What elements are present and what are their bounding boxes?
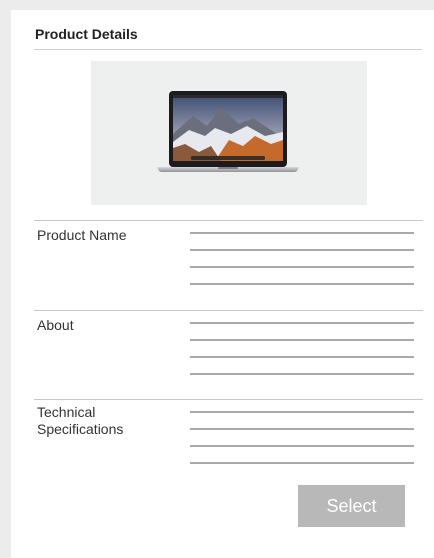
placeholder-line <box>190 232 414 234</box>
placeholder-line <box>190 322 414 324</box>
placeholder-line <box>190 373 414 375</box>
section-divider <box>34 310 423 311</box>
placeholder-line <box>190 411 414 413</box>
laptop-icon <box>157 91 299 172</box>
placeholder-line <box>190 249 414 251</box>
title-divider <box>34 49 422 50</box>
page-title: Product Details <box>35 26 138 42</box>
product-details-card: Product Details Product Name About Techn… <box>11 10 434 558</box>
placeholder-line <box>190 462 414 464</box>
placeholder-line <box>190 445 414 447</box>
product-image <box>91 61 367 205</box>
section-divider <box>34 399 423 400</box>
section-label-about: About <box>37 317 74 333</box>
section-label-product-name: Product Name <box>37 227 127 243</box>
placeholder-line <box>190 283 414 285</box>
placeholder-line <box>190 428 414 430</box>
placeholder-line <box>190 266 414 268</box>
select-button[interactable]: Select <box>298 485 405 527</box>
section-divider <box>34 220 423 221</box>
section-label-technical-specifications: Technical Specifications <box>37 404 124 437</box>
placeholder-line <box>190 356 414 358</box>
placeholder-line <box>190 339 414 341</box>
